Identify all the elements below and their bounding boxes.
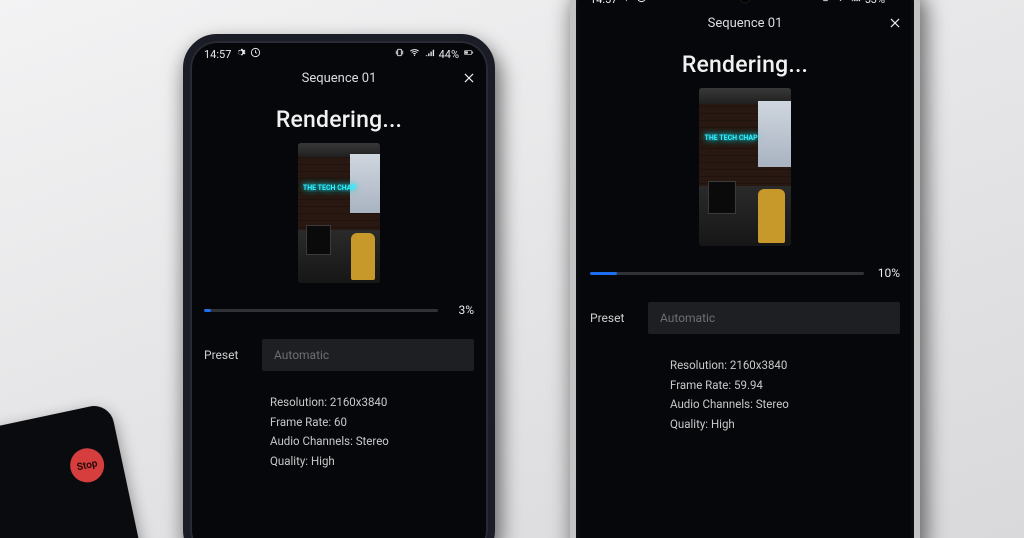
- gear-icon: [235, 47, 246, 61]
- scene: 14:57 44% Sequence 01 Rendering: [0, 0, 1024, 538]
- wifi-icon: [835, 0, 846, 6]
- vibrate-icon: [394, 47, 405, 61]
- stop-button[interactable]: Stop: [67, 445, 107, 485]
- neon-sign-text: THE TECH CHAP: [303, 185, 357, 192]
- export-details: Resolution: 2160x3840 Frame Rate: 59.94 …: [670, 356, 914, 434]
- detail-quality: Quality: High: [270, 452, 488, 472]
- status-battery: 44%: [439, 48, 459, 61]
- progress-bar: 10%: [590, 266, 900, 280]
- clock-icon: [636, 0, 647, 6]
- status-bar: 14:57 44%: [190, 41, 488, 63]
- progress-percent: 10%: [874, 266, 900, 280]
- preset-label: Preset: [590, 311, 634, 325]
- battery-icon: [463, 47, 474, 61]
- rendering-heading: Rendering...: [190, 106, 488, 133]
- battery-icon: [889, 0, 900, 6]
- wifi-icon: [409, 47, 420, 61]
- phone-right: 14:57 53% Sequence 01 Rendering: [570, 0, 920, 538]
- status-time: 14:57: [204, 48, 231, 61]
- progress-fill: [204, 309, 211, 312]
- preset-label: Preset: [204, 348, 248, 362]
- rendering-heading: Rendering...: [576, 51, 914, 78]
- detail-audio: Audio Channels: Stereo: [270, 432, 488, 452]
- close-icon: [462, 71, 476, 85]
- app-header: Sequence 01: [576, 8, 914, 37]
- phone-left: 14:57 44% Sequence 01 Rendering: [183, 34, 495, 538]
- sequence-title: Sequence 01: [302, 71, 377, 86]
- video-preview: THE TECH CHAP: [298, 143, 380, 283]
- close-button[interactable]: [462, 71, 476, 88]
- detail-quality: Quality: High: [670, 415, 914, 435]
- neon-sign-text: THE TECH CHAP: [705, 135, 766, 142]
- preset-dropdown[interactable]: Automatic: [262, 339, 474, 371]
- detail-resolution: Resolution: 2160x3840: [670, 356, 914, 376]
- preset-row: Preset Automatic: [204, 339, 474, 371]
- export-details: Resolution: 2160x3840 Frame Rate: 60 Aud…: [270, 393, 488, 471]
- video-preview: THE TECH CHAP: [699, 88, 791, 246]
- mic-icon: [621, 0, 632, 6]
- signal-icon: [850, 0, 861, 6]
- detail-audio: Audio Channels: Stereo: [670, 395, 914, 415]
- signal-icon: [424, 47, 435, 61]
- progress-percent: 3%: [448, 303, 474, 317]
- status-battery: 53%: [865, 0, 885, 6]
- preset-row: Preset Automatic: [590, 302, 900, 334]
- app-header: Sequence 01: [190, 63, 488, 92]
- detail-resolution: Resolution: 2160x3840: [270, 393, 488, 413]
- clock-icon: [250, 47, 261, 61]
- sequence-title: Sequence 01: [708, 16, 783, 31]
- status-time: 14:57: [590, 0, 617, 6]
- vibrate-icon: [820, 0, 831, 6]
- partial-device-bottom-left: Stop: [0, 402, 143, 538]
- detail-frame-rate: Frame Rate: 60: [270, 413, 488, 433]
- progress-fill: [590, 272, 617, 275]
- detail-frame-rate: Frame Rate: 59.94: [670, 376, 914, 396]
- close-button[interactable]: [888, 16, 902, 33]
- close-icon: [888, 16, 902, 30]
- preset-dropdown[interactable]: Automatic: [648, 302, 900, 334]
- progress-bar: 3%: [204, 303, 474, 317]
